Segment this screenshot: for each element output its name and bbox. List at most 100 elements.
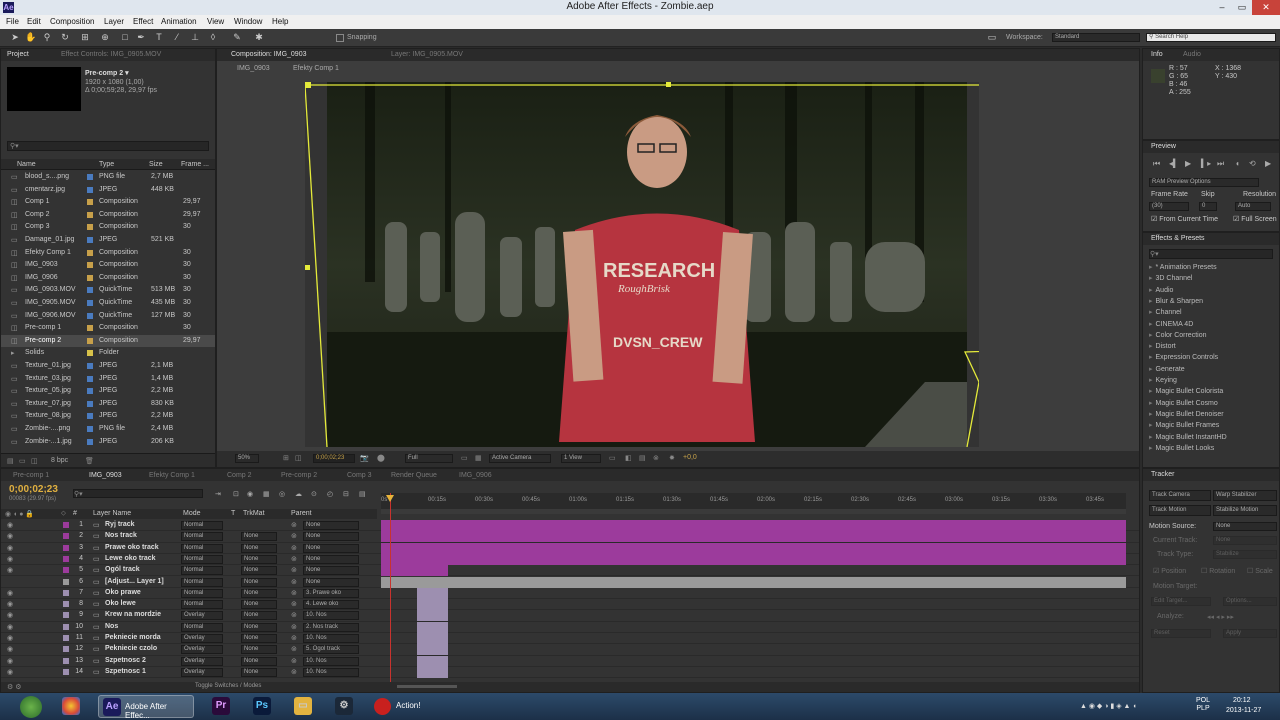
layer-mode-select[interactable]: Overlay [181,645,223,655]
layer-name[interactable]: [Adjust... Layer 1] [105,578,164,585]
menu-edit[interactable]: Edit [27,17,41,26]
current-track-select[interactable]: None [1213,536,1277,545]
timeline-tab[interactable]: Efekty Comp 1 [149,472,195,479]
column-trkmat[interactable]: TrkMat [243,510,265,517]
timeline-layer-row[interactable]: 6 ▭ [Adjust... Layer 1] Normal None ⊚ None [1,576,1139,588]
timeline-tab[interactable]: IMG_0906 [459,472,492,479]
graph-editor-icon[interactable]: ◴ [327,490,333,498]
column-layer-name[interactable]: Layer Name [93,510,131,517]
hand-tool-icon[interactable]: ✋ [25,32,36,43]
layer-duration-bar[interactable] [416,644,449,656]
loop-icon[interactable]: ⟲ [1249,159,1256,168]
eraser-tool-icon[interactable]: ◊ [208,32,218,43]
previous-frame-icon[interactable]: ◂▍ [1169,159,1179,168]
roto-brush-tool-icon[interactable]: ✎ [232,32,242,43]
edit-target-button[interactable]: Edit Target... [1151,597,1211,606]
project-item[interactable]: ◫ Pre-comp 2 Composition 29,97 [1,334,215,348]
timeline-layer-row[interactable]: ◉ 14 ▭ Szpetnosc 1 Overlay None ⊚ 10. Nos [1,666,1139,679]
project-item[interactable]: ▭ Texture_03.jpg JPEG 1,4 MB [1,373,215,386]
expand-arrow-icon[interactable]: ▸ [1149,422,1153,429]
ram-preview-icon[interactable]: ▶ [1265,159,1271,168]
layer-parent-select[interactable]: 4. Lewe oko [303,600,359,610]
pan-behind-tool-icon[interactable]: ⊕ [100,32,110,43]
project-item[interactable]: ◫ IMG_0903 Composition 30 [1,259,215,272]
current-time-indicator[interactable] [390,493,391,683]
hide-shy-icon[interactable]: ◉ [247,490,253,498]
clone-tool-icon[interactable]: ⊥ [190,32,200,43]
timeline-layer-row[interactable]: ◉ 4 ▭ Lewe oko track Normal None ⊚ None [1,553,1139,566]
layer-duration-bar[interactable] [416,610,449,622]
interpret-footage-icon[interactable]: ▤ [7,457,14,465]
effects-search-input[interactable]: ⚲▾ [1149,249,1273,259]
workspace-select[interactable]: Standard [1052,33,1140,42]
zoom-tool-icon[interactable]: ⚲ [42,32,52,43]
layer-parent-select[interactable]: 2. Nos track [303,622,359,632]
timeline-layer-row[interactable]: ◉ 7 ▭ Oko prawe Normal None ⊚ 3. Prawe oko [1,587,1139,600]
track-camera-button[interactable]: Track Camera [1149,490,1211,501]
timeline-tab[interactable]: Comp 3 [347,472,372,479]
bit-depth-label[interactable]: 8 bpc [51,457,68,464]
visibility-eye-icon[interactable]: ◉ [7,566,13,574]
chrome-icon[interactable] [62,697,80,715]
layer-duration-bar[interactable] [381,520,1126,531]
first-frame-icon[interactable]: ⏮ [1153,159,1160,169]
effects-category[interactable]: ▸ Channel [1149,308,1182,319]
audio-icon[interactable]: ◖ [1235,159,1240,168]
effects-category[interactable]: ▸ Blur & Sharpen [1149,297,1203,308]
apply-button[interactable]: Apply [1223,629,1277,638]
resolution-select[interactable]: Full [405,454,453,463]
expand-arrow-icon[interactable]: ▸ [1149,377,1153,384]
effects-category[interactable]: ▸ Keying [1149,376,1177,387]
parent-pickwhip-icon[interactable]: ⊚ [291,521,297,529]
timeline-layer-row[interactable]: ◉ 3 ▭ Prawe oko track Normal None ⊚ None [1,542,1139,554]
tray-icons[interactable]: ▲ ◉ ◆ ◑ ▮ ◈ ▲ ◖ [1080,702,1137,710]
last-frame-icon[interactable]: ⏭ [1217,159,1224,169]
menu-animation[interactable]: Animation [161,17,197,26]
layer-name[interactable]: Pekniecie morda [105,634,161,641]
layer-duration-bar[interactable] [381,531,1126,543]
project-item[interactable]: ◫ Pre-comp 1 Composition 30 [1,322,215,335]
timeline-tab[interactable]: Render Queue [391,472,437,479]
visibility-eye-icon[interactable]: ◉ [7,657,13,665]
layer-name[interactable]: Ryj track [105,521,135,528]
timeline-layer-row[interactable]: ◉ 9 ▭ Krew na mordzie Overlay None ⊚ 10. Nos [1,610,1139,622]
layer-mode-select[interactable]: Overlay [181,667,223,677]
close-button[interactable]: ✕ [1252,0,1280,15]
timeline-tab[interactable]: IMG_0903 [89,472,122,479]
track-type-select[interactable]: Stabilize [1213,550,1277,559]
timeline-layer-row[interactable]: ◉ 11 ▭ Pekniecie morda Overlay None ⊚ 10. Nos [1,633,1139,645]
expand-arrow-icon[interactable]: ▸ [1149,264,1153,271]
rotation-checkbox[interactable]: ☐ Rotation [1201,567,1235,575]
layer-trkmat-select[interactable]: None [241,543,277,553]
parent-pickwhip-icon[interactable]: ⊚ [291,623,297,631]
layer-duration-bar[interactable] [416,666,449,678]
track-motion-button[interactable]: Track Motion [1149,505,1211,516]
current-time-display[interactable]: 0;00;02;23 [313,454,355,463]
timeline-tab[interactable]: Pre-comp 2 [281,472,317,479]
tab-tracker[interactable]: Tracker [1151,471,1174,478]
layer-trkmat-select[interactable]: None [241,634,277,643]
layer-parent-select[interactable]: None [303,554,359,564]
layer-duration-bar[interactable] [381,565,449,577]
project-item[interactable]: ▭ Texture_05.jpg JPEG 2,2 MB [1,385,215,398]
project-item[interactable]: ◫ Efekty Comp 1 Composition 30 [1,247,215,260]
layer-trkmat-select[interactable]: None [241,645,277,655]
type-tool-icon[interactable]: T [154,32,164,43]
layer-duration-bar[interactable] [416,599,449,611]
pen-tool-icon[interactable]: ✒ [136,32,146,43]
layer-mode-select[interactable]: Normal [181,554,223,564]
visibility-eye-icon[interactable]: ◉ [7,532,13,540]
expand-arrow-icon[interactable]: ▸ [1149,366,1153,373]
layer-parent-select[interactable]: 3. Prawe oko [303,588,359,598]
layer-duration-bar[interactable] [416,655,449,667]
timeline-layer-row[interactable]: ◉ 8 ▭ Oko lewe Normal None ⊚ 4. Lewe oko [1,599,1139,611]
show-channel-icon[interactable]: ⬤ [377,454,385,462]
transparency-grid-icon[interactable]: ▦ [475,454,482,462]
effects-category[interactable]: ▸ Magic Bullet Cosmo [1149,399,1218,410]
effects-category[interactable]: ▸ * Animation Presets [1149,263,1217,274]
zoom-slider[interactable] [397,685,457,688]
taskbar-after-effects[interactable]: Ae Adobe After Effec... [98,695,194,720]
layer-trkmat-select[interactable]: None [241,588,277,598]
layer-name[interactable]: Oko prawe [105,589,141,596]
parent-pickwhip-icon[interactable]: ⊚ [291,566,297,574]
